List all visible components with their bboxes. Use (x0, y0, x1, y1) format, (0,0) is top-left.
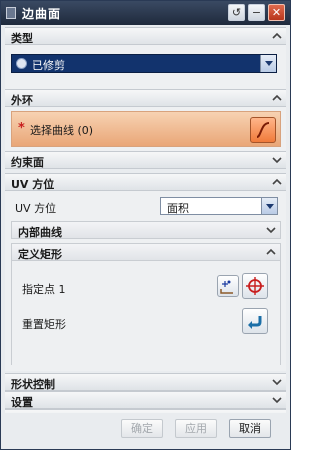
subsection-define-rect[interactable]: 定义矩形 (11, 243, 281, 261)
select-curve-row[interactable]: * 选择曲线 (0) (11, 111, 281, 147)
specify-point-label: 指定点 1 (22, 283, 66, 296)
reset-button[interactable]: ↺ (228, 4, 245, 21)
chevron-down-icon[interactable] (272, 395, 282, 405)
section-title: 形状控制 (11, 378, 55, 391)
point-constructor-icon (220, 280, 233, 294)
uv-panel: UV 方位 面积 内部曲线 定义矩形 指定点 1 重置矩形 (5, 191, 286, 371)
app-icon (6, 7, 16, 19)
dialog-window: 边曲面 ↺ − ✕ 类型 已修剪 外环 * 选择曲线 (0) 约束面 UV 方位… (0, 0, 291, 450)
define-rect-body: 指定点 1 重置矩形 (11, 261, 281, 365)
section-header-shape-control[interactable]: 形状控制 (5, 373, 286, 391)
section-header-constraint[interactable]: 约束面 (5, 151, 286, 169)
section-header-type[interactable]: 类型 (5, 27, 286, 45)
chevron-down-icon[interactable] (266, 225, 276, 235)
window-title: 边曲面 (22, 7, 62, 21)
surface-type-icon (16, 58, 27, 69)
minimize-button[interactable]: − (248, 4, 265, 21)
reset-rect-label: 重置矩形 (22, 318, 66, 331)
type-combo-value: 已修剪 (32, 59, 65, 72)
section-title: 外环 (11, 94, 33, 107)
section-header-settings[interactable]: 设置 (5, 391, 286, 409)
close-icon: ✕ (271, 6, 282, 19)
chevron-up-icon[interactable] (272, 93, 282, 103)
chevron-down-icon[interactable] (272, 155, 282, 165)
cancel-button[interactable]: 取消 (229, 419, 271, 438)
type-combo[interactable]: 已修剪 (11, 54, 277, 73)
reset-rect-button[interactable] (242, 308, 268, 334)
type-panel: 已修剪 (5, 45, 286, 89)
uv-combo[interactable]: 面积 (160, 197, 278, 215)
chevron-up-icon[interactable] (266, 247, 276, 257)
section-title: 设置 (11, 396, 33, 409)
chevron-up-icon[interactable] (272, 31, 282, 41)
subsection-title: 内部曲线 (18, 226, 62, 239)
crosshair-button[interactable] (242, 273, 268, 299)
dialog-footer: 确定 应用 取消 (1, 413, 290, 449)
section-header-uv[interactable]: UV 方位 (5, 173, 286, 191)
ok-button[interactable]: 确定 (121, 419, 163, 438)
chevron-down-icon[interactable] (272, 377, 282, 387)
outer-loop-panel: * 选择曲线 (0) (5, 107, 286, 151)
chevron-down-icon[interactable] (261, 198, 277, 214)
subsection-title: 定义矩形 (18, 248, 62, 261)
uv-combo-value: 面积 (167, 202, 189, 215)
section-header-outer-loop[interactable]: 外环 (5, 89, 286, 107)
reset-arrow-icon (248, 316, 262, 329)
crosshair-icon (246, 277, 264, 295)
subsection-inner-curves[interactable]: 内部曲线 (11, 221, 281, 239)
curve-button[interactable] (250, 117, 276, 143)
minimize-icon: − (251, 6, 262, 19)
close-button[interactable]: ✕ (268, 4, 285, 21)
select-curve-label: 选择曲线 (0) (30, 124, 94, 137)
point-constructor-button[interactable] (217, 275, 239, 297)
reset-icon: ↺ (231, 6, 242, 19)
title-bar[interactable]: 边曲面 ↺ − ✕ (1, 1, 290, 25)
curve-icon (256, 122, 270, 138)
chevron-down-icon[interactable] (260, 55, 276, 72)
section-title: 类型 (11, 32, 33, 45)
apply-button[interactable]: 应用 (175, 419, 217, 438)
section-title: UV 方位 (11, 178, 55, 191)
section-title: 约束面 (11, 156, 44, 169)
uv-field-label: UV 方位 (15, 202, 57, 215)
chevron-up-icon[interactable] (272, 177, 282, 187)
required-marker: * (18, 121, 25, 136)
